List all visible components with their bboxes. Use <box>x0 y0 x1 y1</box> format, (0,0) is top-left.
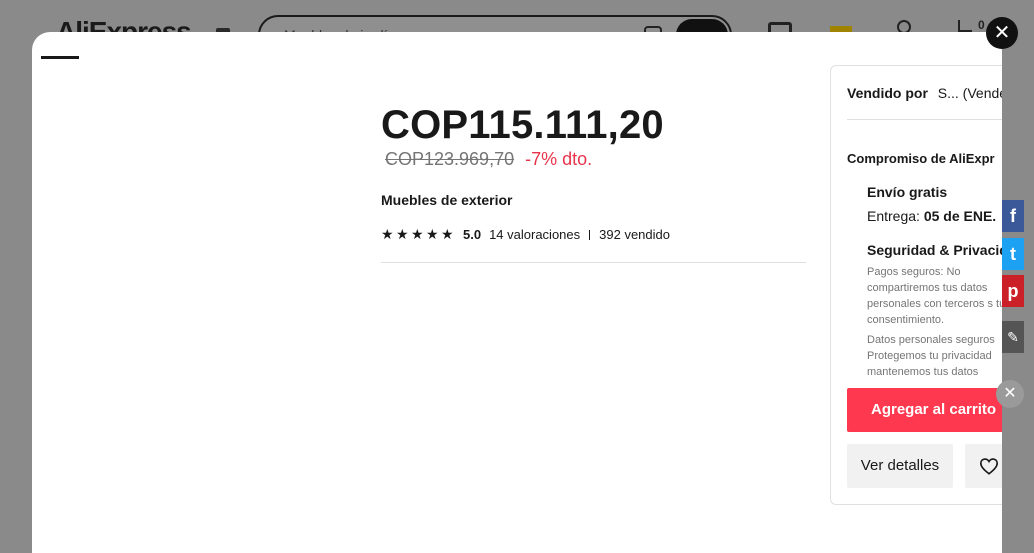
rating-score: 5.0 <box>463 227 482 242</box>
panel-divider <box>847 119 1002 120</box>
star-icon: ★ <box>411 226 424 242</box>
edit-icon[interactable]: ✎ <box>1002 321 1024 353</box>
current-price: COP115.111,20 <box>381 103 664 147</box>
pinterest-share-icon[interactable]: p <box>1002 275 1024 307</box>
original-price: COP123.969,70 <box>385 149 515 169</box>
facebook-share-icon[interactable]: f <box>1002 200 1024 232</box>
star-icon: ★ <box>381 226 394 242</box>
seller-label: Vendido por <box>847 85 928 101</box>
commitment-title: Compromiso de AliExpr <box>847 151 995 166</box>
review-count[interactable]: 14 valoraciones <box>489 227 580 242</box>
sold-count: 392 vendido <box>599 227 670 242</box>
wishlist-button[interactable] <box>965 444 1002 488</box>
rating-row: ★ ★ ★ ★ ★ 5.0 14 valoraciones 392 vendid… <box>381 227 670 242</box>
add-to-cart-button[interactable]: Agregar al carrito <box>847 388 1002 432</box>
rating-stars: ★ ★ ★ ★ ★ <box>381 226 454 242</box>
close-icon[interactable]: ✕ <box>986 17 1018 49</box>
seller-name[interactable]: S... (Vende <box>938 85 1002 101</box>
heart-icon <box>979 458 999 475</box>
purchase-panel: Vendido por S... (Vende Compromiso de Al… <box>830 65 1002 505</box>
cart-count: 0 <box>978 18 985 32</box>
product-title[interactable]: Muebles de exterior <box>381 192 513 208</box>
price-row: COP123.969,70 -7% dto. <box>385 149 592 170</box>
twitter-share-icon[interactable]: t <box>1002 238 1024 270</box>
product-quick-view-modal: COP115.111,20 COP123.969,70 -7% dto. Mue… <box>32 32 1002 553</box>
image-progress-indicator <box>41 56 79 59</box>
share-close-icon[interactable]: ✕ <box>996 380 1024 408</box>
cart-icon <box>958 20 972 32</box>
delivery-info: Entrega: 05 de ENE. <box>867 208 996 224</box>
star-icon: ★ <box>426 226 439 242</box>
free-shipping-title: Envío gratis <box>867 184 948 200</box>
secure-payments-text: Pagos seguros: No compartiremos tus dato… <box>867 266 1002 326</box>
security-privacy-title: Seguridad & Privacid <box>867 242 1002 258</box>
secure-data-text: Datos personales seguros Protegemos tu p… <box>867 334 995 378</box>
section-divider <box>381 262 806 263</box>
separator <box>589 229 591 240</box>
seller-row: Vendido por S... (Vende <box>847 85 1002 101</box>
star-icon: ★ <box>441 226 454 242</box>
discount-badge: -7% dto. <box>525 149 593 169</box>
delivery-label: Entrega: <box>867 208 920 224</box>
view-details-button[interactable]: Ver detalles <box>847 444 953 488</box>
delivery-date: 05 de ENE. <box>923 208 997 224</box>
star-icon: ★ <box>396 226 409 242</box>
